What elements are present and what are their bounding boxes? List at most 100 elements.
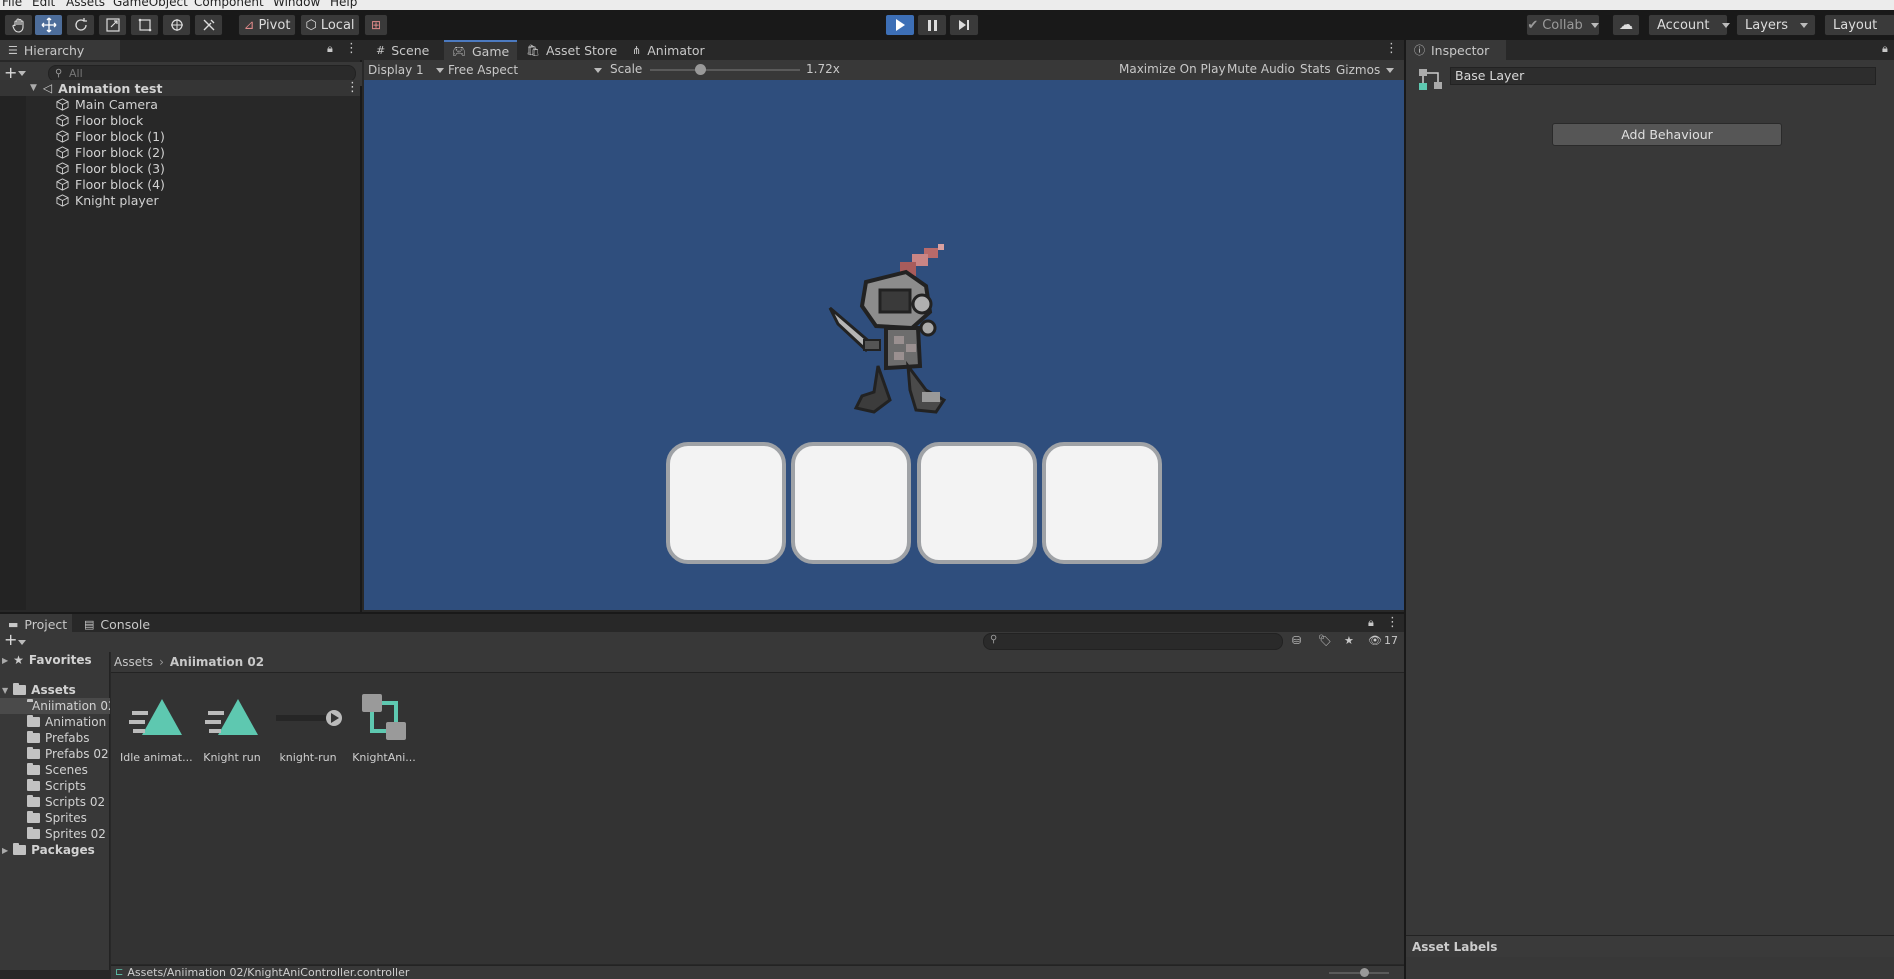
- menu-gameobject[interactable]: GameObject: [113, 0, 188, 9]
- hierarchy-item[interactable]: Floor block (4): [56, 176, 165, 192]
- expand-arrow-icon[interactable]: ▶: [2, 656, 8, 665]
- layout-dropdown[interactable]: Layout: [1824, 14, 1894, 36]
- collab-dropdown[interactable]: ✔ Collab: [1526, 14, 1600, 36]
- account-dropdown[interactable]: Account: [1648, 14, 1730, 36]
- console-icon: ▤: [84, 617, 95, 631]
- step-button[interactable]: [949, 14, 979, 36]
- hierarchy-item[interactable]: Floor block (3): [56, 160, 165, 176]
- custom-tool-button[interactable]: [194, 14, 223, 36]
- grid-snap-button[interactable]: ⊞: [364, 14, 388, 36]
- folder-item[interactable]: Scenes: [27, 762, 88, 778]
- tab-asset-store[interactable]: 🛍︎ Asset Store: [518, 40, 625, 60]
- menu-assets[interactable]: Assets: [66, 0, 105, 9]
- folder-icon: ▬: [8, 617, 19, 631]
- chevron-down-icon[interactable]: [18, 71, 26, 76]
- asset-item[interactable]: Knight run: [196, 690, 268, 764]
- star-icon[interactable]: ★: [1344, 634, 1354, 647]
- local-toggle[interactable]: ⬡ Local: [300, 14, 360, 36]
- folder-item[interactable]: Prefabs 02: [27, 746, 109, 762]
- project-search-input[interactable]: ⚲: [983, 633, 1283, 650]
- hand-tool-button[interactable]: [4, 14, 33, 36]
- play-button[interactable]: [885, 14, 915, 36]
- tab-hierarchy[interactable]: ☰ Hierarchy: [0, 40, 120, 60]
- transform-tool-button[interactable]: [162, 14, 191, 36]
- rotate-tool-button[interactable]: [66, 14, 95, 36]
- packages-row[interactable]: ▶ Packages: [2, 842, 95, 858]
- hierarchy-item[interactable]: Floor block: [56, 112, 143, 128]
- tab-console[interactable]: ▤ Console: [76, 614, 158, 634]
- folder-icon: [27, 715, 40, 727]
- asset-item[interactable]: knight-run: [272, 690, 344, 764]
- scene-row[interactable]: ▼ ◁ Animation test ⋮: [0, 80, 360, 96]
- asset-item[interactable]: KnightAni...: [348, 690, 420, 764]
- move-tool-button[interactable]: [34, 14, 63, 36]
- favorites-row[interactable]: ▶ ★ Favorites: [2, 652, 92, 668]
- cloud-button[interactable]: ☁: [1612, 14, 1640, 36]
- breadcrumb-assets[interactable]: Assets: [114, 655, 153, 669]
- expand-arrow-icon[interactable]: ▶: [2, 846, 8, 855]
- folder-item[interactable]: Prefabs: [27, 730, 90, 746]
- hierarchy-item[interactable]: Knight player: [56, 192, 159, 208]
- shopping-bag-icon: 🛍︎: [526, 43, 540, 57]
- lock-icon[interactable]: 🔒︎: [327, 42, 333, 56]
- lock-icon[interactable]: 🔒︎: [1368, 616, 1374, 630]
- layer-name-field[interactable]: Base Layer: [1450, 67, 1876, 85]
- tab-scene[interactable]: # Scene: [368, 40, 437, 60]
- asset-item[interactable]: Idle animat...: [120, 690, 192, 764]
- rect-tool-button[interactable]: [130, 14, 159, 36]
- kebab-menu-icon[interactable]: ⋮: [1385, 41, 1398, 56]
- kebab-menu-icon[interactable]: ⋮: [1386, 615, 1399, 630]
- hierarchy-item[interactable]: Floor block (1): [56, 128, 165, 144]
- lock-icon[interactable]: 🔒︎: [1882, 42, 1888, 56]
- menu-edit[interactable]: Edit: [32, 0, 55, 9]
- game-canvas[interactable]: [364, 80, 1404, 610]
- breadcrumb-current[interactable]: Aniimation 02: [170, 655, 264, 669]
- asset-labels-header[interactable]: Asset Labels: [1406, 935, 1894, 957]
- pause-button[interactable]: [917, 14, 947, 36]
- menu-file[interactable]: File: [2, 0, 22, 9]
- layers-dropdown[interactable]: Layers: [1736, 14, 1816, 36]
- assets-root-row[interactable]: ▼ Assets: [2, 682, 76, 698]
- hierarchy-item[interactable]: Floor block (2): [56, 144, 165, 160]
- pivot-toggle[interactable]: ⊿ Pivot: [238, 14, 296, 36]
- kebab-menu-icon[interactable]: ⋮: [345, 41, 358, 56]
- hidden-packages-toggle[interactable]: 👁︎ 17: [1368, 634, 1398, 647]
- folder-item[interactable]: Animation: [27, 714, 106, 730]
- scale-slider-track[interactable]: [650, 69, 800, 71]
- icon-size-slider-handle[interactable]: [1360, 968, 1369, 977]
- scale-slider-handle[interactable]: [695, 64, 706, 75]
- scene-kebab-icon[interactable]: ⋮: [346, 80, 359, 95]
- menu-window[interactable]: Window: [273, 0, 320, 9]
- filter-by-type-icon[interactable]: ⛁: [1292, 634, 1301, 647]
- tag-icon[interactable]: 🏷︎: [1318, 634, 1332, 647]
- folder-item[interactable]: Sprites 02: [27, 826, 106, 842]
- scale-tool-button[interactable]: [98, 14, 127, 36]
- hierarchy-item[interactable]: Main Camera: [56, 96, 158, 112]
- folder-item[interactable]: Scripts 02: [27, 794, 105, 810]
- expand-arrow-icon[interactable]: ▼: [30, 83, 37, 93]
- aspect-dropdown[interactable]: Free Aspect: [448, 62, 602, 78]
- folder-item[interactable]: Aniimation 02: [0, 698, 110, 714]
- folder-item[interactable]: Sprites: [27, 810, 87, 826]
- create-asset-button[interactable]: +: [4, 630, 17, 649]
- menu-component[interactable]: Component: [194, 0, 264, 9]
- tab-game[interactable]: 🎮︎ Game: [444, 40, 518, 60]
- gameobject-cube-icon: [56, 177, 69, 191]
- menu-help[interactable]: Help: [330, 0, 357, 9]
- gizmos-dropdown[interactable]: Gizmos: [1336, 62, 1400, 78]
- chevron-down-icon[interactable]: [18, 640, 26, 645]
- display-dropdown[interactable]: Display 1: [368, 62, 444, 78]
- main-toolbar: ⊿ Pivot ⬡ Local ⊞ ✔ Collab ☁ Account Lay…: [0, 10, 1894, 40]
- icon-size-slider-track[interactable]: [1329, 972, 1389, 974]
- add-behaviour-button[interactable]: Add Behaviour: [1552, 123, 1782, 146]
- tab-animator[interactable]: ⋔ Animator: [624, 40, 713, 60]
- expand-arrow-icon[interactable]: ▼: [2, 686, 8, 695]
- mute-audio-toggle[interactable]: Mute Audio: [1224, 62, 1298, 76]
- animator-controller-icon: ⊏: [115, 967, 124, 978]
- folder-item[interactable]: Scripts: [27, 778, 86, 794]
- maximize-on-play-toggle[interactable]: Maximize On Play: [1116, 62, 1229, 76]
- stats-toggle[interactable]: Stats: [1297, 62, 1334, 76]
- search-icon: ⚲: [990, 634, 998, 645]
- tab-inspector[interactable]: ⓘ Inspector: [1406, 40, 1506, 60]
- center-tabbar: # Scene 🎮︎ Game 🛍︎ Asset Store ⋔ Animato…: [364, 40, 1404, 60]
